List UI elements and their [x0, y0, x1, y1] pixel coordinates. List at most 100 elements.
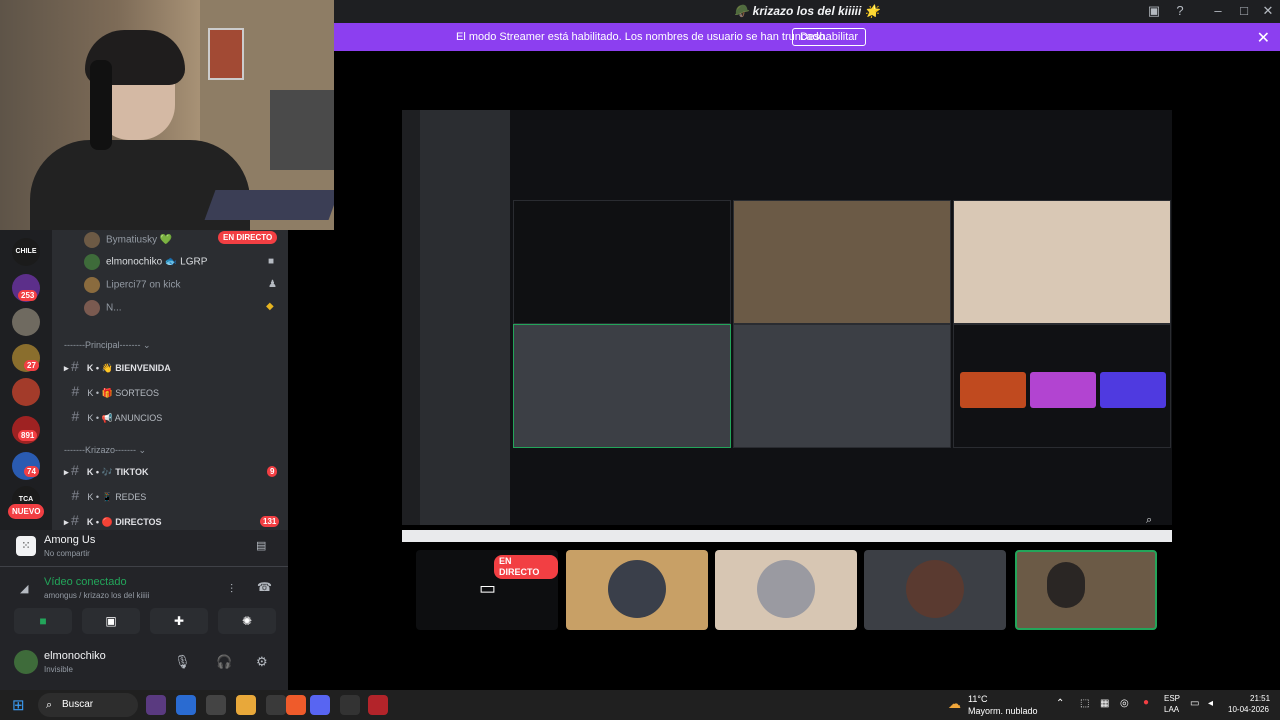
obs-icon[interactable]	[340, 695, 360, 715]
network-icon[interactable]: ▭	[1190, 698, 1199, 709]
participant-tile[interactable]	[566, 550, 708, 630]
taskbar-app-icon[interactable]	[206, 695, 226, 715]
helmet-icon: 🪖	[734, 4, 753, 18]
category-krizazo[interactable]: -------Krizazo------- ⌄	[64, 445, 146, 456]
person-head	[1047, 562, 1085, 608]
language-code[interactable]: ESP	[1164, 694, 1180, 703]
activity-icon: ◆	[266, 301, 274, 312]
nested-webcam-tile	[733, 200, 951, 324]
avatar	[84, 300, 100, 316]
activity-game: Among Us	[44, 534, 96, 546]
taskbar-app-icon[interactable]	[368, 695, 388, 715]
voice-user[interactable]: Bymatiusky 💚	[84, 232, 172, 248]
voice-user[interactable]: elmonochiko 🐟 LGRP	[84, 254, 207, 270]
close-window-button[interactable]: ✕	[1260, 3, 1276, 19]
shared-screen[interactable]: ⌕	[402, 110, 1172, 542]
inbox-icon[interactable]: ▣	[1146, 3, 1162, 19]
stream-tile[interactable]: EN DIRECTO ▭	[416, 550, 558, 630]
category-principal[interactable]: -------Principal------- ⌄	[64, 340, 151, 351]
unread-badge: 74	[24, 466, 39, 477]
server-icon[interactable]	[12, 378, 40, 406]
avatar	[906, 560, 964, 618]
weather-temp[interactable]: 11°C	[968, 694, 987, 704]
tray-icon[interactable]: ▦	[1100, 698, 1109, 709]
channel-redes[interactable]: # K • 📱 REDES	[64, 487, 147, 503]
nested-tile	[513, 324, 731, 448]
channel-sorteos[interactable]: # K • 🎁 SORTEOS	[64, 383, 160, 399]
avatar	[84, 232, 100, 248]
among-us-icon: ⁙	[16, 536, 36, 556]
chevron-up-icon[interactable]: ⌃	[1056, 698, 1064, 709]
connection-status[interactable]: Vídeo conectado	[44, 576, 127, 588]
channel-anuncios[interactable]: # K • 📢 ANUNCIOS	[64, 408, 163, 424]
headphones-icon[interactable]: 🎧	[216, 654, 232, 670]
connection-detail: amongus / krizazo los del kiiiii	[44, 591, 150, 600]
activity-card	[1030, 372, 1096, 408]
discord-icon[interactable]	[310, 695, 330, 715]
wall-poster	[208, 28, 244, 80]
nested-tile	[513, 200, 731, 324]
tray-icon[interactable]: ◎	[1120, 698, 1129, 709]
taskbar-search[interactable]: ⌕ Buscar	[38, 693, 138, 717]
avatar	[84, 254, 100, 270]
windows-start-icon[interactable]: ⊞	[12, 696, 25, 714]
taskbar-app-icon[interactable]	[286, 695, 306, 715]
keyboard	[204, 190, 334, 220]
help-icon[interactable]: ?	[1172, 3, 1188, 19]
zoom-icon[interactable]: ⌕	[1146, 514, 1152, 527]
screen-icon: ▭	[479, 578, 497, 598]
avatar[interactable]	[14, 650, 38, 674]
share-icon[interactable]: ▤	[256, 539, 266, 552]
activity-card	[960, 372, 1026, 408]
volume-icon[interactable]: ◂	[1208, 698, 1213, 709]
maximize-button[interactable]: □	[1236, 3, 1252, 19]
disconnect-icon[interactable]: ☎	[257, 580, 272, 594]
avatar	[608, 560, 666, 618]
sparkle-icon: 🌟	[861, 4, 880, 18]
server-icon[interactable]	[12, 308, 40, 336]
avatar	[84, 277, 100, 293]
channel-bienvenida[interactable]: ▸ # K • 👋 BIENVENIDA	[64, 358, 171, 374]
game-icon: ♟	[268, 279, 277, 290]
tray-icon[interactable]: ⬚	[1080, 698, 1089, 709]
search-icon: ⌕	[46, 699, 53, 711]
user-panel: ⁙ Among Us No compartir ▤ ◢ Vídeo conect…	[0, 530, 288, 690]
noise-icon[interactable]: ⫶	[230, 582, 233, 597]
server-chile[interactable]: CHILE	[12, 238, 40, 266]
microphone	[90, 60, 112, 150]
camera-icon: ■	[268, 256, 275, 267]
divider	[0, 566, 288, 567]
soundboard-button[interactable]: ✺	[218, 608, 276, 634]
clock-time[interactable]: 21:51	[1250, 694, 1270, 703]
settings-icon[interactable]: ⚙	[256, 654, 268, 670]
voice-user[interactable]: N...	[84, 300, 122, 316]
channel-tiktok[interactable]: ▸ # K • 🎶 TIKTOK	[64, 462, 149, 478]
screen-share-button[interactable]: ▣	[82, 608, 140, 634]
avatar	[757, 560, 815, 618]
banner-close-icon[interactable]: ✕	[1257, 28, 1270, 48]
mic-tray-icon[interactable]: ●	[1143, 697, 1149, 708]
camera-button[interactable]: ■	[14, 608, 72, 634]
activities-button[interactable]: ✚	[150, 608, 208, 634]
mention-badge: 9	[267, 466, 278, 477]
channel-list: Bymatiusky 💚 EN DIRECTO elmonochiko 🐟 LG…	[52, 230, 288, 530]
participant-tile[interactable]	[715, 550, 857, 630]
unread-badge: 253	[18, 290, 38, 301]
taskbar-app-icon[interactable]	[146, 695, 166, 715]
microphone-icon[interactable]: 🎙	[174, 654, 191, 670]
minimize-button[interactable]: –	[1210, 3, 1226, 19]
signal-icon: ◢	[20, 583, 29, 595]
voice-user[interactable]: Liperci77 on kick	[84, 277, 180, 293]
channel-directos[interactable]: ▸ # K • 🔴 DIRECTOS	[64, 512, 162, 528]
server-rail: CHILE 253 27 891 74 TCA NUEVO	[0, 230, 52, 530]
taskbar-app-icon[interactable]	[266, 695, 286, 715]
disable-streamer-button[interactable]: Deshabilitar	[792, 28, 867, 46]
folder-icon[interactable]	[236, 695, 256, 715]
participant-tile[interactable]	[864, 550, 1006, 630]
taskbar-app-icon[interactable]	[176, 695, 196, 715]
bed	[270, 90, 334, 170]
mention-badge: 131	[260, 516, 280, 527]
taskbar: ⊞ ⌕ Buscar ☁ 11°C Mayorm. nublado ⌃ ⬚ ▦ …	[0, 690, 1280, 720]
unread-badge: 891	[18, 430, 38, 441]
participant-webcam-tile[interactable]	[1015, 550, 1157, 630]
